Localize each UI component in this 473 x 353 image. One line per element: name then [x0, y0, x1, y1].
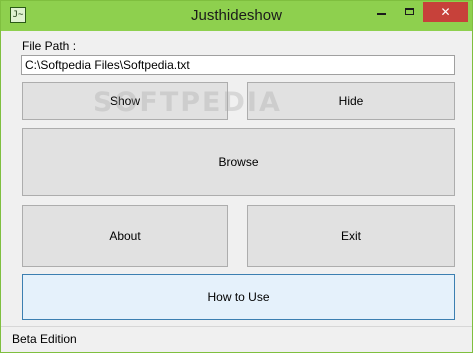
file-path-input[interactable] [21, 55, 455, 75]
app-window: J~ Justhideshow ✕ File Path : Show Hide … [0, 0, 473, 353]
show-button[interactable]: Show [22, 82, 228, 120]
maximize-icon [404, 8, 414, 15]
exit-button[interactable]: Exit [247, 205, 455, 267]
title-bar[interactable]: J~ Justhideshow ✕ [1, 1, 472, 31]
about-button[interactable]: About [22, 205, 228, 267]
status-text: Beta Edition [12, 332, 77, 346]
browse-button[interactable]: Browse [22, 128, 455, 196]
minimize-button[interactable] [368, 2, 394, 22]
minimize-icon [376, 13, 386, 15]
maximize-button[interactable] [396, 2, 422, 22]
status-bar: Beta Edition [1, 326, 472, 352]
file-path-label: File Path : [22, 39, 77, 53]
hide-button[interactable]: Hide [247, 82, 455, 120]
close-icon: ✕ [440, 5, 451, 19]
close-button[interactable]: ✕ [423, 2, 468, 22]
how-to-use-button[interactable]: How to Use [22, 274, 455, 320]
